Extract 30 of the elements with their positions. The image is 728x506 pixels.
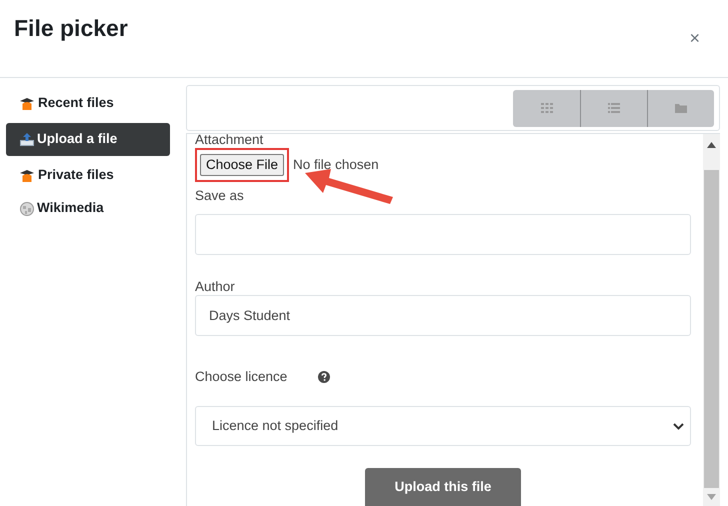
file-status-text: No file chosen <box>293 156 379 174</box>
sidebar-item[interactable]: Wikimedia <box>6 195 170 222</box>
scrollbar[interactable] <box>703 134 720 506</box>
close-button[interactable]: × <box>689 26 700 50</box>
field-label: Save as <box>195 187 245 204</box>
mortarboard-icon <box>20 170 35 182</box>
sidebar-item[interactable]: Upload a file <box>6 123 170 156</box>
input-field[interactable] <box>195 214 691 255</box>
scroll-down-icon[interactable] <box>707 494 716 500</box>
help-icon[interactable] <box>318 371 330 383</box>
chevron-down-icon <box>673 422 684 430</box>
upload-icon <box>20 133 34 146</box>
window-title: File picker <box>14 14 128 41</box>
sidebar-item[interactable]: Private files <box>6 162 170 189</box>
scroll-up-icon[interactable] <box>707 142 716 148</box>
field-label: Author <box>195 278 236 295</box>
choose-file-button[interactable]: Choose File <box>200 154 284 176</box>
input-field[interactable]: Days Student <box>195 295 691 336</box>
dropdown-value: Licence not specified <box>212 416 338 435</box>
scrollbar-thumb[interactable] <box>704 170 719 488</box>
sidebar-item[interactable]: Recent files <box>6 90 170 117</box>
field-label: Attachment <box>195 134 264 149</box>
mortarboard-icon <box>20 98 35 110</box>
folder-icon <box>675 103 687 113</box>
list-icon <box>608 103 620 113</box>
globe-icon <box>20 202 34 216</box>
grid-icon <box>540 103 552 113</box>
field-label: Choose licence <box>195 368 288 386</box>
licence-dropdown[interactable]: Licence not specified <box>195 406 691 446</box>
upload-button[interactable]: Upload this file <box>365 468 521 506</box>
